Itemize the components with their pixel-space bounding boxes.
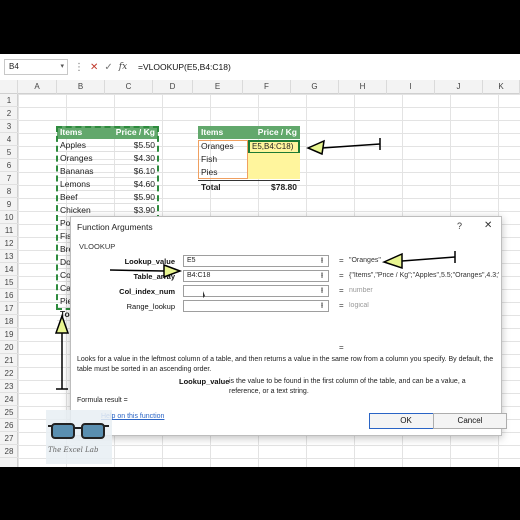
cancel-button[interactable]: Cancel	[433, 413, 507, 429]
arg-equals-3: =	[339, 286, 344, 295]
row-header-9[interactable]: 9	[0, 198, 18, 211]
column-header-b[interactable]: B	[57, 80, 105, 94]
row-header-17[interactable]: 17	[0, 302, 18, 315]
row-header-11[interactable]: 11	[0, 224, 18, 237]
row-header-12[interactable]: 12	[0, 237, 18, 250]
function-arguments-dialog: Function Arguments ? ✕ VLOOKUP Lookup_va…	[70, 216, 507, 436]
row-header-15[interactable]: 15	[0, 276, 18, 289]
row-header-7[interactable]: 7	[0, 172, 18, 185]
arrow-up-icon[interactable]: ⭱	[315, 270, 329, 282]
column-header-d[interactable]: D	[153, 80, 193, 94]
arg-label-range-lookup: Range_lookup	[126, 302, 175, 311]
row-header-21[interactable]: 21	[0, 354, 18, 367]
row-header-25[interactable]: 25	[0, 406, 18, 419]
arg-result-lookup-value: "Oranges"	[349, 257, 381, 264]
logo-text: The Excel Lab	[48, 446, 99, 454]
arg-label-lookup-value: Lookup_value	[124, 257, 175, 266]
row-header-4[interactable]: 4	[0, 133, 18, 146]
column-header-e[interactable]: E	[193, 80, 243, 94]
dialog-title: Function Arguments	[77, 222, 153, 232]
formula-bar-icons: ⋮ ✕ ✓ fx	[74, 59, 127, 75]
arg-equals-1: =	[339, 256, 344, 265]
right-table-header-items[interactable]: Items	[198, 126, 248, 139]
row-header-22[interactable]: 22	[0, 367, 18, 380]
row-header-18[interactable]: 18	[0, 315, 18, 328]
chevron-down-icon[interactable]: ▾	[60, 60, 64, 74]
col-index-num-input[interactable]	[183, 285, 329, 297]
row-header-6[interactable]: 6	[0, 159, 18, 172]
x-icon[interactable]: ✕	[90, 62, 98, 73]
arrow-up-icon[interactable]: ⭱	[315, 285, 329, 297]
row-headers: 1 2 3 4 5 6 7 8 9 10 11 12 13 14 15 16 17 18 19 20 21 22 23 24 2…	[0, 94, 18, 467]
name-box-value: B4	[9, 62, 19, 71]
check-icon[interactable]: ✓	[104, 62, 112, 73]
row-header-16[interactable]: 16	[0, 289, 18, 302]
column-header-f[interactable]: F	[243, 80, 291, 94]
row-header-5[interactable]: 5	[0, 146, 18, 159]
fx-icon[interactable]: fx	[119, 62, 127, 72]
row-header-26[interactable]: 26	[0, 419, 18, 432]
column-header-i[interactable]: I	[387, 80, 435, 94]
row-header-28[interactable]: 28	[0, 445, 18, 458]
column-header-j[interactable]: J	[435, 80, 483, 94]
arg-label-table-array: Table_array	[133, 272, 175, 281]
arg-result-col-index-num: number	[349, 287, 373, 294]
right-table-header-price[interactable]: Price / Kg	[248, 126, 300, 139]
column-header-k[interactable]: K	[483, 80, 520, 94]
row-header-2[interactable]: 2	[0, 107, 18, 120]
arrow-up-icon[interactable]: ⭱	[315, 300, 329, 312]
lookup-reference-highlight	[198, 140, 248, 179]
arg-result-range-lookup: logical	[349, 302, 369, 309]
column-header-g[interactable]: G	[291, 80, 339, 94]
column-headers: ABCDEFGHIJK	[0, 80, 520, 94]
row-header-24[interactable]: 24	[0, 393, 18, 406]
more-icon[interactable]: ⋮	[74, 62, 84, 73]
table-array-input[interactable]: B4:C18	[183, 270, 329, 282]
current-arg-name: Lookup_value	[179, 377, 230, 386]
video-letterbox-bottom	[0, 467, 520, 520]
ok-button[interactable]: OK	[369, 413, 443, 429]
row-header-10[interactable]: 10	[0, 211, 18, 224]
row-header-3[interactable]: 3	[0, 120, 18, 133]
column-header-a[interactable]: A	[18, 80, 57, 94]
function-description: Looks for a value in the leftmost column…	[77, 356, 494, 373]
formula-result: Formula result =	[77, 397, 128, 404]
column-header-c[interactable]: C	[105, 80, 153, 94]
current-arg-description: is the value to be found in the first co…	[229, 378, 466, 395]
right-table-total-value[interactable]: $78.80	[248, 180, 300, 193]
close-icon[interactable]: ✕	[484, 220, 492, 231]
arg-equals-4: =	[339, 301, 344, 310]
formula-bar: B4 ▾ ⋮ ✕ ✓ fx =VLOOKUP(E5,B4:C18)	[0, 58, 520, 76]
range-lookup-input[interactable]	[183, 300, 329, 312]
excel-window: B4 ▾ ⋮ ✕ ✓ fx =VLOOKUP(E5,B4:C18) ABCDEF…	[0, 54, 520, 467]
arrow-up-icon[interactable]: ⭱	[315, 255, 329, 267]
video-letterbox-top	[0, 0, 520, 54]
row-header-1[interactable]: 1	[0, 94, 18, 107]
row-header-13[interactable]: 13	[0, 250, 18, 263]
function-name: VLOOKUP	[79, 242, 116, 251]
help-icon[interactable]: ?	[457, 221, 462, 231]
select-all-corner[interactable]	[0, 80, 18, 94]
row-header-19[interactable]: 19	[0, 328, 18, 341]
column-header-h[interactable]: H	[339, 80, 387, 94]
right-table-price-3[interactable]	[248, 166, 300, 179]
row-header-20[interactable]: 20	[0, 341, 18, 354]
lookup-value-input[interactable]: E5	[183, 255, 329, 267]
row-header-27[interactable]: 27	[0, 432, 18, 445]
row-header-8[interactable]: 8	[0, 185, 18, 198]
right-table-price-2[interactable]	[248, 153, 300, 166]
active-cell-f5-text: E5,B4:C18)	[252, 142, 294, 151]
row-header-14[interactable]: 14	[0, 263, 18, 276]
glasses-logo	[46, 410, 112, 464]
name-box[interactable]: B4 ▾	[4, 59, 68, 75]
formula-input[interactable]: =VLOOKUP(E5,B4:C18)	[138, 59, 231, 75]
arg-equals-2: =	[339, 271, 344, 280]
arg-result-table-array: {"Items","Price / Kg";"Apples",5.5;"Oran…	[349, 272, 499, 279]
right-table-total-label[interactable]: Total	[198, 180, 248, 193]
row-header-23[interactable]: 23	[0, 380, 18, 393]
arg-label-col-index-num: Col_index_num	[119, 287, 175, 296]
result-equals: =	[339, 343, 344, 352]
